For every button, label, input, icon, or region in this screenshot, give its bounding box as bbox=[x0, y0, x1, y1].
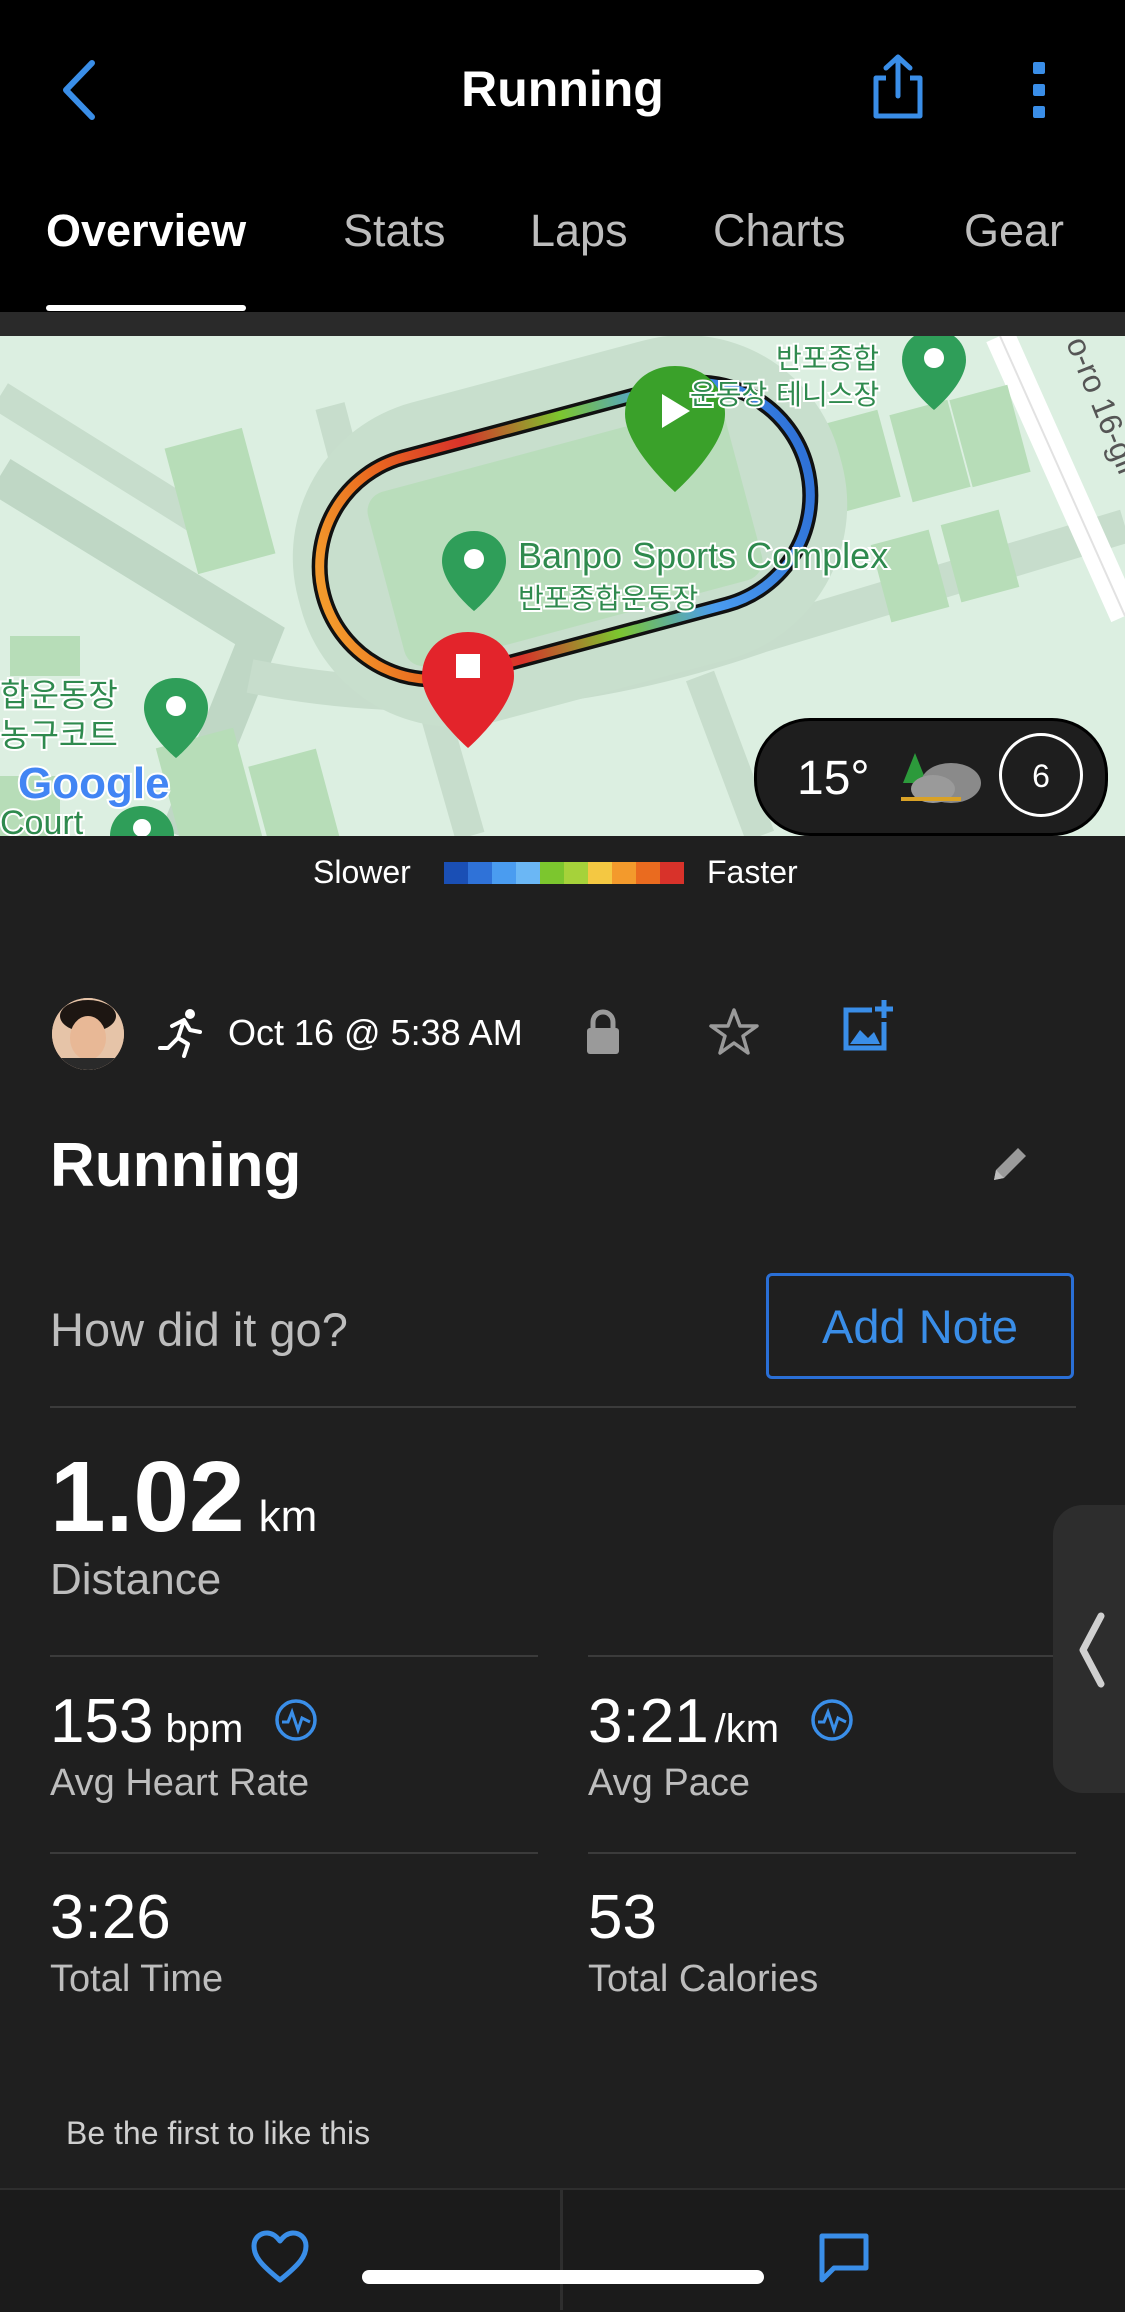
divider bbox=[588, 1655, 1076, 1657]
pace-info-icon[interactable] bbox=[810, 1698, 854, 1742]
legend-color-swatch bbox=[492, 862, 516, 884]
divider bbox=[588, 1852, 1076, 1854]
map-label-tennis-2: 운동장 테니스장 bbox=[690, 378, 879, 411]
heart-rate-value: 153 bbox=[50, 1687, 154, 1756]
tab-gear[interactable]: Gear bbox=[964, 205, 1064, 257]
google-logo: Google bbox=[18, 759, 170, 808]
legend-gradient-bar bbox=[444, 862, 684, 884]
comment-icon bbox=[819, 2233, 869, 2283]
map-label-left-1: 합운동장 bbox=[0, 676, 118, 714]
tab-laps[interactable]: Laps bbox=[530, 205, 628, 257]
total-time-label: Total Time bbox=[50, 1958, 224, 2000]
heart-rate-info-icon[interactable] bbox=[274, 1698, 318, 1742]
header-divider bbox=[0, 312, 1125, 336]
weather-temperature: 15° bbox=[797, 752, 870, 805]
heart-rate-unit: bpm bbox=[165, 1707, 244, 1751]
comment-button[interactable] bbox=[816, 2230, 872, 2286]
tab-charts[interactable]: Charts bbox=[713, 205, 846, 257]
pace-legend: Slower Faster bbox=[0, 836, 1125, 906]
avatar-image bbox=[52, 998, 124, 1070]
legend-color-swatch bbox=[636, 862, 660, 884]
divider bbox=[50, 1406, 1076, 1408]
heart-icon bbox=[251, 2230, 309, 2283]
add-photo-icon[interactable] bbox=[840, 998, 896, 1054]
running-icon bbox=[158, 1009, 202, 1058]
star-icon[interactable] bbox=[708, 1006, 760, 1058]
note-prompt: How did it go? bbox=[50, 1303, 348, 1356]
activity-meta-row: Oct 16 @ 5:38 AM bbox=[0, 990, 1125, 1080]
distance-label: Distance bbox=[50, 1555, 222, 1604]
calories-value: 53 bbox=[588, 1883, 657, 1952]
divider bbox=[50, 1655, 538, 1657]
side-drawer-handle[interactable] bbox=[1053, 1505, 1125, 1793]
share-button[interactable] bbox=[866, 52, 930, 122]
map-label-tennis-1: 반포종합 bbox=[776, 342, 879, 375]
like-prompt: Be the first to like this bbox=[66, 2115, 371, 2151]
pace-unit: /km bbox=[714, 1707, 780, 1751]
activity-datetime: Oct 16 @ 5:38 AM bbox=[228, 1012, 523, 1053]
legend-color-swatch bbox=[468, 862, 492, 884]
activity-title: Running bbox=[50, 1131, 302, 1200]
distance-unit: km bbox=[258, 1492, 318, 1541]
calories-label: Total Calories bbox=[588, 1958, 819, 2000]
wind-indicator: 6 bbox=[999, 733, 1083, 817]
distance-value: 1.02 bbox=[50, 1441, 245, 1553]
pace-stat: 3:21/km bbox=[588, 1686, 779, 1757]
lock-icon[interactable] bbox=[584, 1008, 622, 1056]
pace-label: Avg Pace bbox=[588, 1762, 750, 1804]
top-app-bar: Running Overview Stats Laps Charts Gear bbox=[0, 0, 1125, 312]
legend-color-swatch bbox=[516, 862, 540, 884]
more-vertical-icon bbox=[1033, 62, 1045, 118]
legend-color-swatch bbox=[444, 862, 468, 884]
wind-speed: 6 bbox=[1032, 758, 1050, 794]
legend-color-swatch bbox=[612, 862, 636, 884]
tab-overview[interactable]: Overview bbox=[46, 205, 246, 257]
page-title: Running bbox=[461, 61, 664, 117]
tab-stats[interactable]: Stats bbox=[343, 205, 446, 257]
weather-badge: 15° 6 bbox=[754, 718, 1108, 836]
legend-color-swatch bbox=[588, 862, 612, 884]
heart-rate-stat: 153 bpm bbox=[50, 1686, 243, 1757]
legend-slower: Slower bbox=[313, 854, 411, 890]
map-label-place-ko: 반포종합운동장 bbox=[518, 582, 698, 615]
route-map[interactable]: Banpo Sports Complex 반포종합운동장 반포종합 운동장 테니… bbox=[0, 336, 1125, 836]
bottom-bar-separator bbox=[560, 2190, 563, 2310]
more-options-button[interactable] bbox=[1024, 58, 1054, 122]
cloud-icon bbox=[901, 753, 981, 803]
avatar[interactable] bbox=[52, 998, 124, 1070]
add-note-button[interactable]: Add Note bbox=[766, 1273, 1074, 1379]
map-label-place: Banpo Sports Complex bbox=[518, 535, 888, 576]
edit-pencil-icon[interactable] bbox=[988, 1142, 1032, 1186]
active-tab-indicator bbox=[46, 305, 246, 311]
map-label-left-2: 농구코트 bbox=[0, 716, 118, 754]
home-indicator[interactable] bbox=[362, 2270, 764, 2284]
pace-value: 3:21 bbox=[588, 1687, 709, 1756]
divider bbox=[50, 1852, 538, 1854]
legend-color-swatch bbox=[540, 862, 564, 884]
share-icon bbox=[873, 54, 923, 119]
legend-faster: Faster bbox=[707, 854, 798, 890]
chevron-left-icon bbox=[1079, 1612, 1105, 1688]
like-button[interactable] bbox=[250, 2230, 310, 2284]
total-time-value: 3:26 bbox=[50, 1883, 171, 1952]
map-label-court: Court bbox=[0, 804, 84, 836]
tab-bar: Overview Stats Laps Charts Gear bbox=[0, 205, 1125, 311]
distance-stat: 1.02 km bbox=[50, 1440, 317, 1555]
legend-color-swatch bbox=[564, 862, 588, 884]
legend-color-swatch bbox=[660, 862, 684, 884]
heart-rate-label: Avg Heart Rate bbox=[50, 1762, 310, 1804]
